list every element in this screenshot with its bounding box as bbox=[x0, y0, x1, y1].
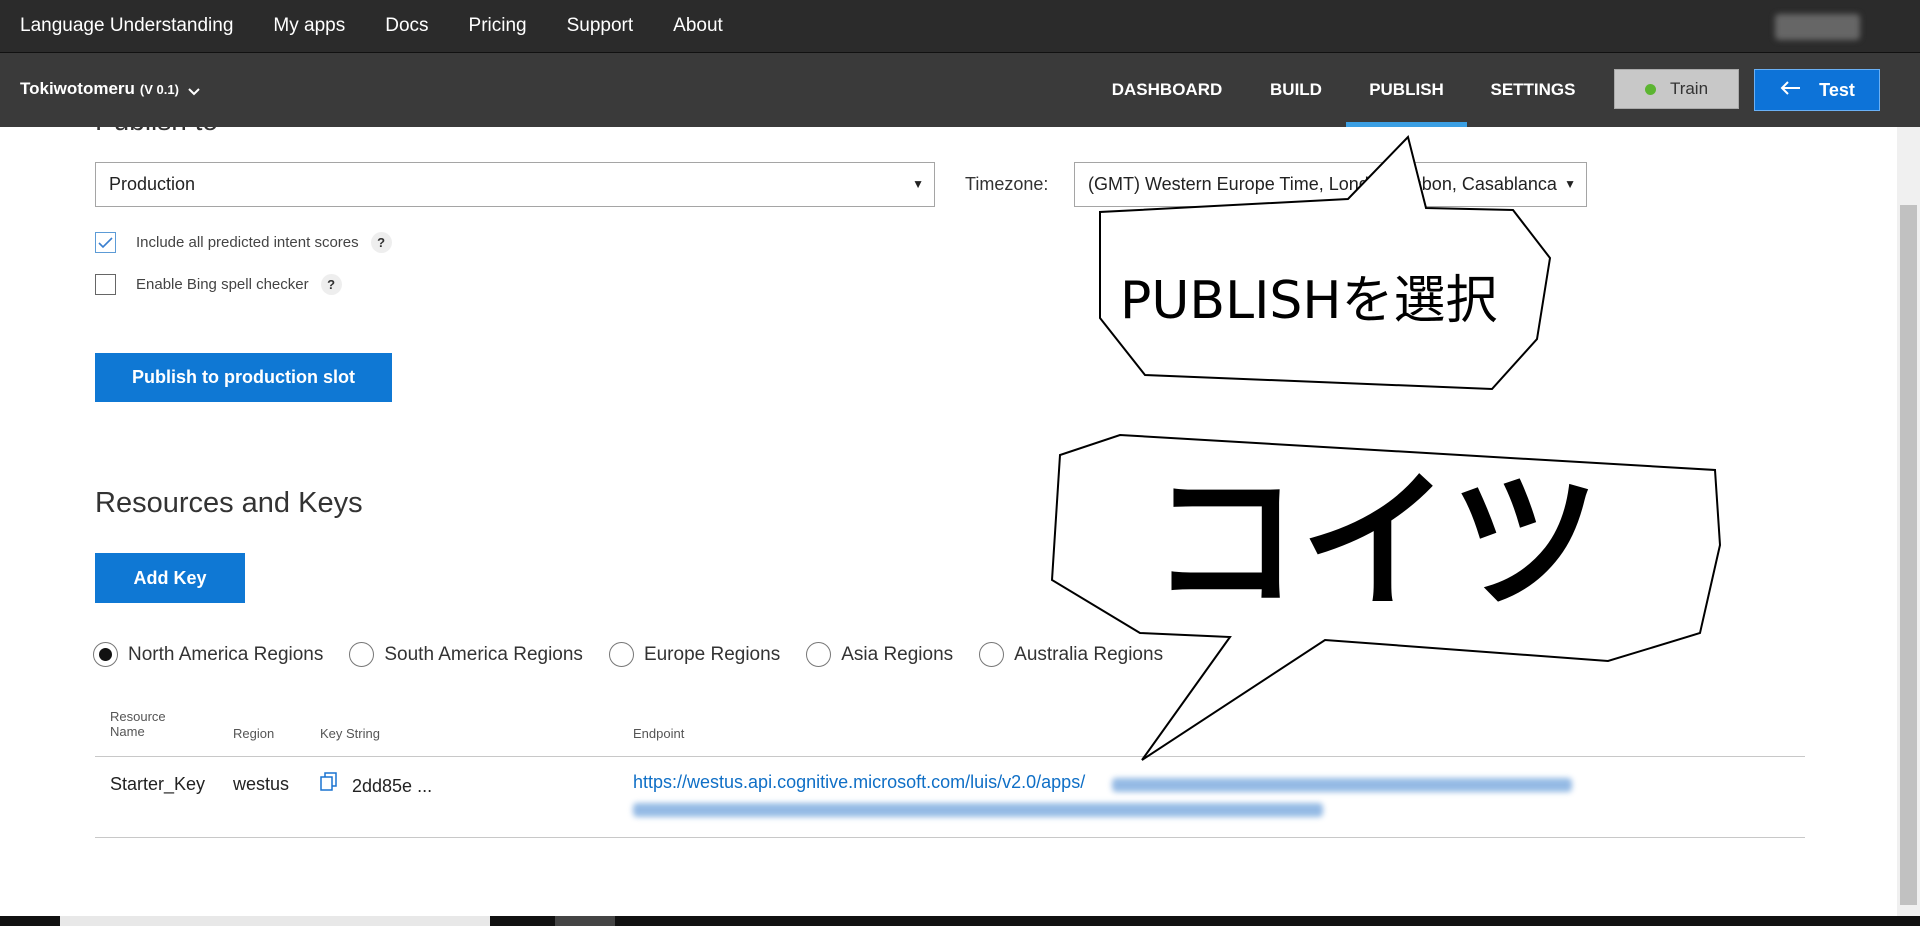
taskbar bbox=[0, 916, 1920, 926]
callout-text-publish: PUBLISHを選択 bbox=[1120, 271, 1498, 331]
callout-bubbles bbox=[1050, 135, 1722, 761]
callout-text-endpoint: コイツ bbox=[1150, 456, 1601, 630]
scrollbar-thumb[interactable] bbox=[1900, 205, 1917, 905]
